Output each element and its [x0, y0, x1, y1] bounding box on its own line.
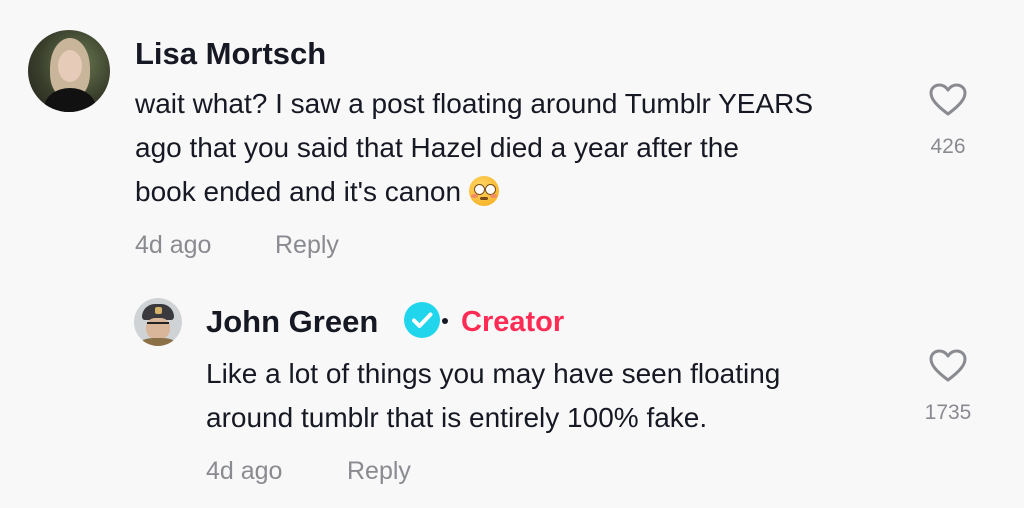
- comment-text-line: book ended and it's canon: [135, 170, 895, 214]
- comment-thread: Lisa Mortsch wait what? I saw a post flo…: [0, 0, 1024, 508]
- flushed-face-emoji: [469, 176, 500, 206]
- reply-button[interactable]: Reply: [275, 231, 339, 260]
- reply-text: Like a lot of things you may have seen f…: [206, 352, 886, 440]
- comment-text-line: wait what? I saw a post floating around …: [135, 88, 814, 119]
- comment-text-line: ago that you said that Hazel died a year…: [135, 132, 739, 163]
- heart-outline-icon[interactable]: [929, 349, 967, 383]
- comment-text: wait what? I saw a post floating around …: [135, 82, 895, 214]
- reply-username[interactable]: John Green: [206, 304, 378, 340]
- comment-timestamp: 4d ago: [135, 231, 212, 259]
- reply-button[interactable]: Reply: [347, 457, 411, 486]
- reply-text-line: Like a lot of things you may have seen f…: [206, 358, 781, 389]
- verified-check-icon: [404, 302, 440, 338]
- comment-text-line-content: book ended and it's canon: [135, 176, 462, 207]
- creator-badge: Creator: [461, 306, 565, 338]
- avatar-john-green[interactable]: [134, 298, 182, 346]
- reply-timestamp: 4d ago: [206, 457, 283, 485]
- like-count: 1735: [924, 401, 972, 424]
- comment-username[interactable]: Lisa Mortsch: [135, 36, 326, 72]
- reply-text-line: around tumblr that is entirely 100% fake…: [206, 402, 708, 433]
- separator-dot: [442, 318, 448, 324]
- like-count: 426: [930, 135, 966, 158]
- heart-outline-icon[interactable]: [929, 83, 967, 117]
- avatar-lisa-mortsch[interactable]: [28, 30, 110, 112]
